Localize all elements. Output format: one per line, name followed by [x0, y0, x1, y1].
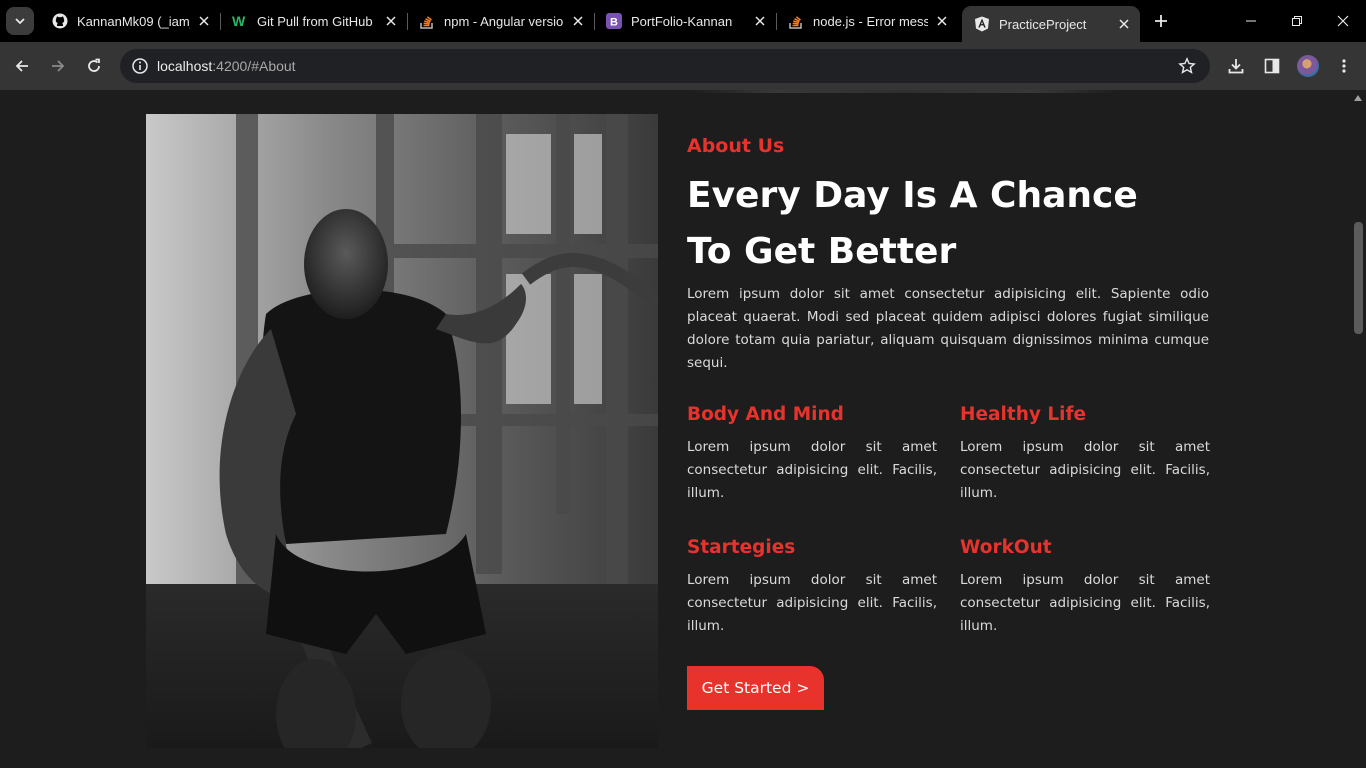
tab-title: PracticeProject: [999, 16, 1087, 32]
section-tag: About Us: [687, 135, 785, 157]
feature-title: Healthy Life: [960, 404, 1087, 425]
tab-npm-angular[interactable]: npm - Angular versio: [407, 0, 595, 42]
chevron-down-icon: [15, 18, 25, 25]
tab-portfolio[interactable]: B PortFolio-Kannan: [594, 0, 777, 42]
back-button[interactable]: [8, 52, 36, 80]
feature-title: WorkOut: [960, 537, 1052, 558]
headline-line-2: To Get Better: [687, 231, 957, 272]
feature-title: Startegies: [687, 537, 796, 558]
page-title: Every Day Is A Chance To Get Better: [687, 168, 1138, 280]
side-panel-icon: [1264, 58, 1280, 74]
reload-icon: [88, 58, 100, 72]
tab-title: Git Pull from GitHub: [257, 13, 373, 29]
address-bar[interactable]: localhost:4200/#About: [120, 49, 1210, 83]
browser-toolbar: localhost:4200/#About: [0, 42, 1366, 90]
tab-git-pull[interactable]: W Git Pull from GitHub: [220, 0, 408, 42]
close-icon[interactable]: [934, 13, 950, 29]
minimize-icon: [1246, 20, 1256, 22]
feature-text: Lorem ipsum dolor sit amet consectetur a…: [687, 572, 937, 634]
tab-title: node.js - Error messa: [813, 13, 928, 29]
previous-section-edge: [690, 90, 1120, 93]
new-tab-button[interactable]: [1150, 10, 1172, 32]
restore-icon: [1292, 16, 1302, 26]
close-icon[interactable]: [196, 13, 212, 29]
tab-practice-project[interactable]: PracticeProject: [962, 6, 1140, 42]
stackoverflow-icon: [419, 13, 435, 29]
url-host: localhost: [157, 58, 213, 74]
about-photo: [146, 114, 658, 748]
stackoverflow-icon: [788, 13, 804, 29]
feature-workout: WorkOut Lorem ipsum dolor sit amet conse…: [960, 537, 1210, 638]
window-close-button[interactable]: [1320, 0, 1366, 42]
feature-text: Lorem ipsum dolor sit amet consectetur a…: [687, 439, 937, 501]
lead-paragraph: Lorem ipsum dolor sit amet consectetur a…: [687, 286, 1209, 371]
svg-text:W: W: [232, 13, 246, 29]
minimize-button[interactable]: [1228, 0, 1274, 42]
feature-strategies: Startegies Lorem ipsum dolor sit amet co…: [687, 537, 937, 638]
close-icon[interactable]: [383, 13, 399, 29]
feature-text: Lorem ipsum dolor sit amet consectetur a…: [960, 572, 1210, 634]
athlete-battle-ropes-image: [146, 114, 658, 748]
tab-node-error[interactable]: node.js - Error messa: [776, 0, 958, 42]
close-icon[interactable]: [570, 13, 586, 29]
page-scrollbar[interactable]: [1351, 90, 1366, 768]
get-started-button[interactable]: Get Started >: [687, 666, 824, 710]
browser-menu-button[interactable]: [1330, 52, 1358, 80]
restore-button[interactable]: [1274, 0, 1320, 42]
arrow-right-icon: [52, 60, 65, 72]
download-icon: [1228, 59, 1244, 74]
scrollbar-thumb[interactable]: [1354, 222, 1363, 334]
tab-title: npm - Angular versio: [444, 13, 564, 29]
close-icon: [1337, 15, 1349, 27]
profile-avatar[interactable]: [1297, 55, 1319, 77]
w3docs-icon: W: [232, 13, 248, 29]
tab-github[interactable]: KannanMk09 (_iam_m: [40, 0, 221, 42]
feature-text: Lorem ipsum dolor sit amet consectetur a…: [960, 439, 1210, 501]
page-viewport: About Us Every Day Is A Chance To Get Be…: [0, 90, 1351, 768]
more-vertical-icon: [1342, 59, 1346, 73]
downloads-button[interactable]: [1222, 52, 1250, 80]
tab-strip: KannanMk09 (_iam_m W Git Pull from GitHu…: [0, 0, 1366, 42]
side-panel-button[interactable]: [1258, 52, 1286, 80]
scroll-up-arrow-icon[interactable]: [1354, 95, 1362, 101]
url-text[interactable]: localhost:4200/#About: [157, 58, 296, 74]
tab-search-button[interactable]: [6, 7, 34, 35]
github-icon: [52, 13, 68, 29]
angular-icon: [974, 16, 990, 32]
arrow-left-icon: [15, 60, 28, 72]
url-path: :4200/#About: [212, 58, 296, 74]
forward-button[interactable]: [44, 52, 72, 80]
tab-title: KannanMk09 (_iam_m: [77, 13, 190, 29]
feature-title: Body And Mind: [687, 404, 844, 425]
headline-line-1: Every Day Is A Chance: [687, 175, 1138, 216]
bootstrap-icon: B: [606, 13, 622, 29]
close-icon[interactable]: [1116, 16, 1132, 32]
feature-body-and-mind: Body And Mind Lorem ipsum dolor sit amet…: [687, 404, 937, 505]
bookmark-star-icon[interactable]: [1176, 55, 1198, 77]
close-icon[interactable]: [752, 13, 768, 29]
site-info-icon[interactable]: [128, 54, 152, 78]
tab-title: PortFolio-Kannan: [631, 13, 733, 29]
reload-button[interactable]: [80, 52, 108, 80]
svg-text:B: B: [610, 17, 618, 29]
feature-healthy-life: Healthy Life Lorem ipsum dolor sit amet …: [960, 404, 1210, 505]
plus-icon: [1155, 15, 1167, 27]
